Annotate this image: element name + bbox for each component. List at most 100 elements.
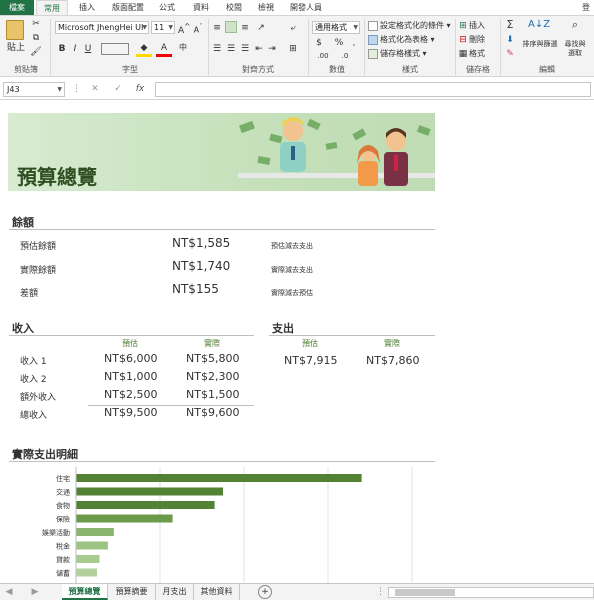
scrollbar-thumb[interactable]	[395, 589, 455, 596]
format-as-table-button[interactable]: 格式化為表格 ▾	[380, 34, 452, 46]
wrap-text-icon[interactable]: ⤶	[286, 22, 300, 34]
tab-formulas[interactable]: 公式	[154, 0, 180, 15]
decrease-indent-icon[interactable]: ⇤	[254, 43, 264, 55]
paste-icon[interactable]	[6, 20, 24, 40]
insert-function-icon[interactable]: fx	[134, 83, 146, 95]
insert-cells-button[interactable]: 插入	[469, 20, 499, 32]
shrink-font-icon[interactable]: Aˇ	[192, 21, 204, 37]
chart-category-label: 交通	[56, 488, 70, 497]
sheet-tab-budget-summary[interactable]: 預算摘要	[108, 584, 156, 600]
chevron-down-icon: ▼	[57, 86, 62, 93]
fill-color-icon[interactable]: ◆	[136, 42, 152, 57]
percent-icon[interactable]: %	[334, 37, 344, 49]
underline-icon[interactable]: U	[83, 43, 93, 55]
income-row-label: 收入 1	[20, 357, 47, 367]
balance-note: 實際減去支出	[271, 266, 313, 274]
scroll-left-icon[interactable]: ◀	[4, 586, 14, 598]
sheet-tab-monthly-expense[interactable]: 月支出	[156, 584, 194, 600]
income-row-estimate: NT$1,000	[104, 370, 158, 383]
borders-icon[interactable]	[101, 43, 129, 55]
ribbon-separator	[50, 19, 51, 75]
copy-icon[interactable]: ⧉	[30, 32, 42, 44]
tab-data[interactable]: 資料	[186, 0, 216, 15]
chart-category-label: 稅金	[56, 542, 70, 551]
chart-category-label: 貸款	[56, 555, 70, 564]
tab-view[interactable]: 檢視	[252, 0, 280, 15]
align-left-icon[interactable]: ☰	[212, 43, 222, 55]
comma-icon[interactable]: ,	[349, 37, 359, 49]
banner: 預算總覽	[8, 113, 435, 191]
tab-page-layout[interactable]: 版面配置	[106, 0, 150, 15]
tab-file[interactable]: 檔案	[0, 0, 34, 15]
cut-icon[interactable]: ✂	[30, 18, 42, 30]
tab-review[interactable]: 校閱	[220, 0, 248, 15]
currency-icon[interactable]: $	[314, 37, 324, 49]
income-total-label: 總收入	[20, 411, 48, 421]
tab-developer[interactable]: 開發人員	[284, 0, 328, 15]
account-sign-in[interactable]: 登	[578, 0, 594, 15]
fill-icon[interactable]: ⬇	[503, 34, 517, 46]
paste-button[interactable]: 貼上	[3, 42, 29, 54]
tab-insert[interactable]: 插入	[72, 0, 102, 15]
font-name-combo[interactable]: Microsoft JhengHei UI ▼	[55, 21, 149, 34]
scroll-right-icon[interactable]: ▶	[30, 586, 40, 598]
section-rule	[9, 461, 435, 462]
conditional-formatting-button[interactable]: 設定格式化的條件 ▾	[380, 20, 452, 32]
more-options-icon[interactable]: ⋮	[72, 83, 81, 95]
group-label-cells: 儲存格	[466, 65, 490, 74]
align-bottom-icon[interactable]: ≡	[240, 22, 250, 34]
sheet-tab-other-data[interactable]: 其他資料	[194, 584, 240, 600]
bold-icon[interactable]: B	[57, 43, 67, 55]
decrease-decimal-icon[interactable]: .0	[336, 50, 354, 62]
formula-input[interactable]	[155, 82, 591, 97]
ribbon-separator	[208, 19, 209, 75]
align-top-icon[interactable]: ≡	[212, 22, 222, 34]
name-box[interactable]: J43 ▼	[3, 82, 65, 97]
autosum-icon[interactable]: Σ	[503, 19, 517, 31]
font-color-icon[interactable]: A	[156, 42, 172, 57]
phonetic-icon[interactable]: 中	[178, 42, 188, 54]
chart-bar	[76, 474, 362, 482]
merge-center-icon[interactable]: ⊞	[286, 43, 300, 55]
cell-styles-button[interactable]: 儲存格樣式 ▾	[380, 48, 452, 60]
align-center-icon[interactable]: ☰	[226, 43, 236, 55]
enter-icon[interactable]: ✓	[113, 83, 123, 95]
delete-cells-icon: ⊟	[459, 35, 467, 45]
income-row-label: 收入 2	[20, 375, 47, 385]
italic-icon[interactable]: I	[70, 43, 80, 55]
chart-category-label: 保險	[56, 515, 70, 524]
orientation-icon[interactable]: ↗	[254, 22, 268, 34]
income-row-estimate: NT$2,500	[104, 388, 158, 401]
number-format-combo[interactable]: 通用格式 ▼	[312, 21, 360, 34]
horizontal-scrollbar[interactable]	[388, 587, 594, 598]
sheet-tab-budget-overview[interactable]: 預算總覽	[62, 584, 108, 600]
chart-bar	[76, 541, 108, 550]
group-label-font: 字型	[122, 65, 138, 74]
sort-filter-icon: A↓Z	[528, 19, 551, 30]
chart-category-label: 住宅	[56, 474, 70, 483]
income-row-actual: NT$5,800	[186, 352, 240, 365]
add-sheet-icon[interactable]: +	[258, 585, 272, 599]
sheet-tabs-bar: ◀ ▶ 預算總覽 預算摘要 月支出 其他資料 + ⋮	[0, 583, 594, 600]
group-label-alignment: 對齊方式	[242, 65, 274, 74]
chart-bar	[76, 568, 97, 577]
delete-cells-button[interactable]: 刪除	[469, 34, 499, 46]
clear-icon[interactable]: ✎	[503, 48, 517, 60]
balance-note: 預估減去支出	[271, 242, 313, 250]
expense-title: 支出	[272, 322, 294, 335]
format-painter-icon[interactable]: 🖌	[30, 46, 42, 58]
format-cells-button[interactable]: 格式	[469, 48, 499, 60]
font-size-combo[interactable]: 11 ▼	[151, 21, 175, 34]
find-select-button[interactable]: 尋找與選取	[562, 40, 588, 58]
align-right-icon[interactable]: ☰	[240, 43, 250, 55]
tab-home[interactable]: 常用	[36, 0, 68, 15]
split-handle-icon[interactable]: ⋮	[376, 586, 385, 598]
grow-font-icon[interactable]: A^	[178, 21, 190, 37]
increase-indent-icon[interactable]: ⇥	[267, 43, 277, 55]
name-box-value: J43	[7, 85, 20, 94]
cancel-icon[interactable]: ✕	[90, 83, 100, 95]
increase-decimal-icon[interactable]: .00	[314, 50, 332, 62]
worksheet[interactable]: 預算總覽 餘額 預估餘額 NT$1,585 預估減去支出 實際餘額 NT$1,7…	[0, 101, 594, 583]
align-middle-icon[interactable]	[225, 21, 237, 33]
sort-filter-button[interactable]: 排序與篩選	[520, 40, 560, 49]
